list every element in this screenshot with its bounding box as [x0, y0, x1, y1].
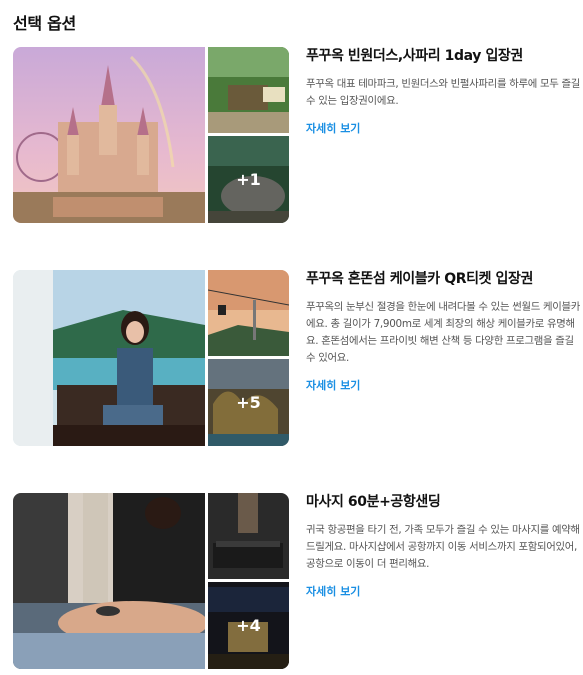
more-photos-count: +5	[236, 393, 261, 412]
more-photos-overlay[interactable]: +4	[208, 582, 289, 669]
more-photos-overlay[interactable]: +5	[208, 359, 289, 446]
option-description: 푸꾸옥 대표 테마파크, 빈원더스와 빈펄사파리를 하루에 모두 즐길 수 있는…	[306, 78, 581, 107]
massage-photo[interactable]	[13, 493, 205, 669]
option-info: 푸꾸옥 혼똔섬 케이블카 QR티켓 입장권 푸꾸옥의 눈부신 절경을 한눈에 내…	[306, 270, 583, 393]
option-card: +1 푸꾸옥 빈원더스,사파리 1day 입장권 푸꾸옥 대표 테마파크, 빈원…	[13, 47, 580, 223]
massage-room-photo[interactable]	[208, 493, 289, 579]
photo-gallery[interactable]: +4	[13, 493, 289, 669]
more-photos-overlay[interactable]: +1	[208, 136, 289, 223]
theme-park-photo[interactable]: +5	[208, 359, 289, 446]
cable-car-woman-photo[interactable]	[13, 270, 205, 446]
rhino-photo[interactable]: +1	[208, 136, 289, 223]
view-details-link[interactable]: 자세히 보기	[306, 120, 360, 136]
option-card: +4 마사지 60분+공항샌딩 귀국 항공편을 타기 전, 가족 모두가 즐길 …	[13, 493, 580, 669]
photo-gallery[interactable]: +1	[13, 47, 289, 223]
option-description: 푸꾸옥의 눈부신 절경을 한눈에 내려다볼 수 있는 썬월드 케이블카에요. 총…	[306, 301, 581, 364]
option-description: 귀국 항공편을 타기 전, 가족 모두가 즐길 수 있는 마사지를 예약해드릴게…	[306, 524, 580, 570]
castle-photo[interactable]	[13, 47, 205, 223]
cable-car-photo[interactable]	[208, 270, 289, 356]
photo-gallery[interactable]: +5	[13, 270, 289, 446]
option-info: 푸꾸옥 빈원더스,사파리 1day 입장권 푸꾸옥 대표 테마파크, 빈원더스와…	[306, 47, 583, 136]
option-title: 마사지 60분+공항샌딩	[306, 494, 441, 510]
option-title: 푸꾸옥 혼똔섬 케이블카 QR티켓 입장권	[306, 271, 533, 287]
spa-interior-photo[interactable]: +4	[208, 582, 289, 669]
option-card: +5 푸꾸옥 혼똔섬 케이블카 QR티켓 입장권 푸꾸옥의 눈부신 절경을 한눈…	[13, 270, 580, 446]
option-info: 마사지 60분+공항샌딩 귀국 항공편을 타기 전, 가족 모두가 즐길 수 있…	[306, 493, 583, 599]
view-details-link[interactable]: 자세히 보기	[306, 583, 360, 599]
safari-photo[interactable]	[208, 47, 289, 133]
more-photos-count: +4	[236, 616, 261, 635]
view-details-link[interactable]: 자세히 보기	[306, 377, 360, 393]
option-title: 푸꾸옥 빈원더스,사파리 1day 입장권	[306, 48, 523, 64]
section-title: 선택 옵션	[13, 14, 76, 33]
more-photos-count: +1	[236, 170, 261, 189]
